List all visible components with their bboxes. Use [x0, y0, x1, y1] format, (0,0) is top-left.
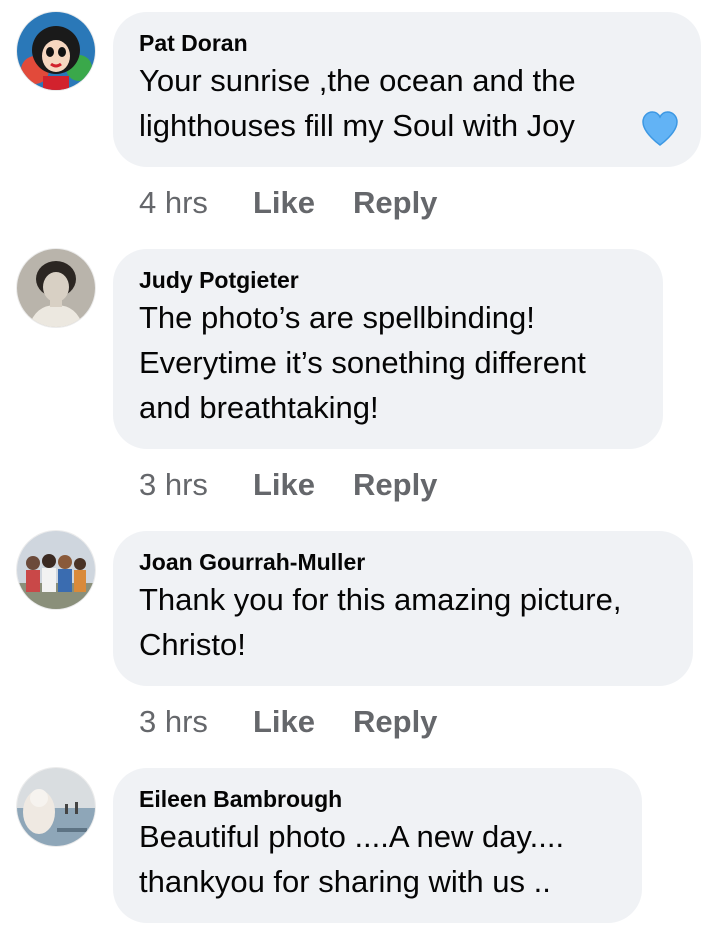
comment-timestamp[interactable]: 4 hrs: [139, 183, 253, 223]
like-button[interactable]: Like: [253, 702, 353, 742]
portrait-avatar-image: [17, 249, 95, 327]
avatar[interactable]: [17, 249, 95, 327]
reply-button[interactable]: Reply: [353, 702, 437, 742]
avatar[interactable]: [17, 768, 95, 846]
like-button[interactable]: Like: [253, 183, 353, 223]
avatar[interactable]: [17, 531, 95, 609]
comment-text: Beautiful photo ....A new day.... thanky…: [139, 819, 565, 899]
comment-bubble: Joan Gourrah-Muller Thank you for this a…: [113, 531, 693, 686]
seaside-avatar-image: [17, 768, 95, 846]
comment-text-block: Your sunrise ,the ocean and the lighthou…: [139, 58, 678, 148]
comment-author[interactable]: Joan Gourrah-Muller: [139, 547, 667, 577]
comment-author[interactable]: Judy Potgieter: [139, 265, 637, 295]
avatar[interactable]: [17, 12, 95, 90]
comment-bubble: Pat Doran Your sunrise ,the ocean and th…: [113, 12, 701, 167]
comment-author[interactable]: Pat Doran: [139, 28, 675, 58]
reply-button[interactable]: Reply: [353, 183, 437, 223]
cartoon-avatar-image: [17, 12, 95, 90]
comment-text: Your sunrise ,the ocean and the lighthou…: [139, 63, 576, 143]
comment-timestamp[interactable]: 3 hrs: [139, 702, 253, 742]
comment-actions: 3 hrs Like Reply: [139, 465, 437, 505]
comment-author[interactable]: Eileen Bambrough: [139, 784, 616, 814]
reply-button[interactable]: Reply: [353, 465, 437, 505]
comment-text: The photo’s are spellbinding! Everytime …: [139, 300, 586, 425]
comment-bubble: Judy Potgieter The photo’s are spellbind…: [113, 249, 663, 449]
comment-actions: 3 hrs Like Reply: [139, 702, 437, 742]
comment-timestamp[interactable]: 3 hrs: [139, 465, 253, 505]
comment-text: Thank you for this amazing picture, Chri…: [139, 582, 622, 662]
group-photo-avatar-image: [17, 531, 95, 609]
comment-bubble: Eileen Bambrough Beautiful photo ....A n…: [113, 768, 642, 923]
blue-heart-icon: [641, 111, 679, 152]
like-button[interactable]: Like: [253, 465, 353, 505]
comment-actions: 4 hrs Like Reply: [139, 183, 437, 223]
